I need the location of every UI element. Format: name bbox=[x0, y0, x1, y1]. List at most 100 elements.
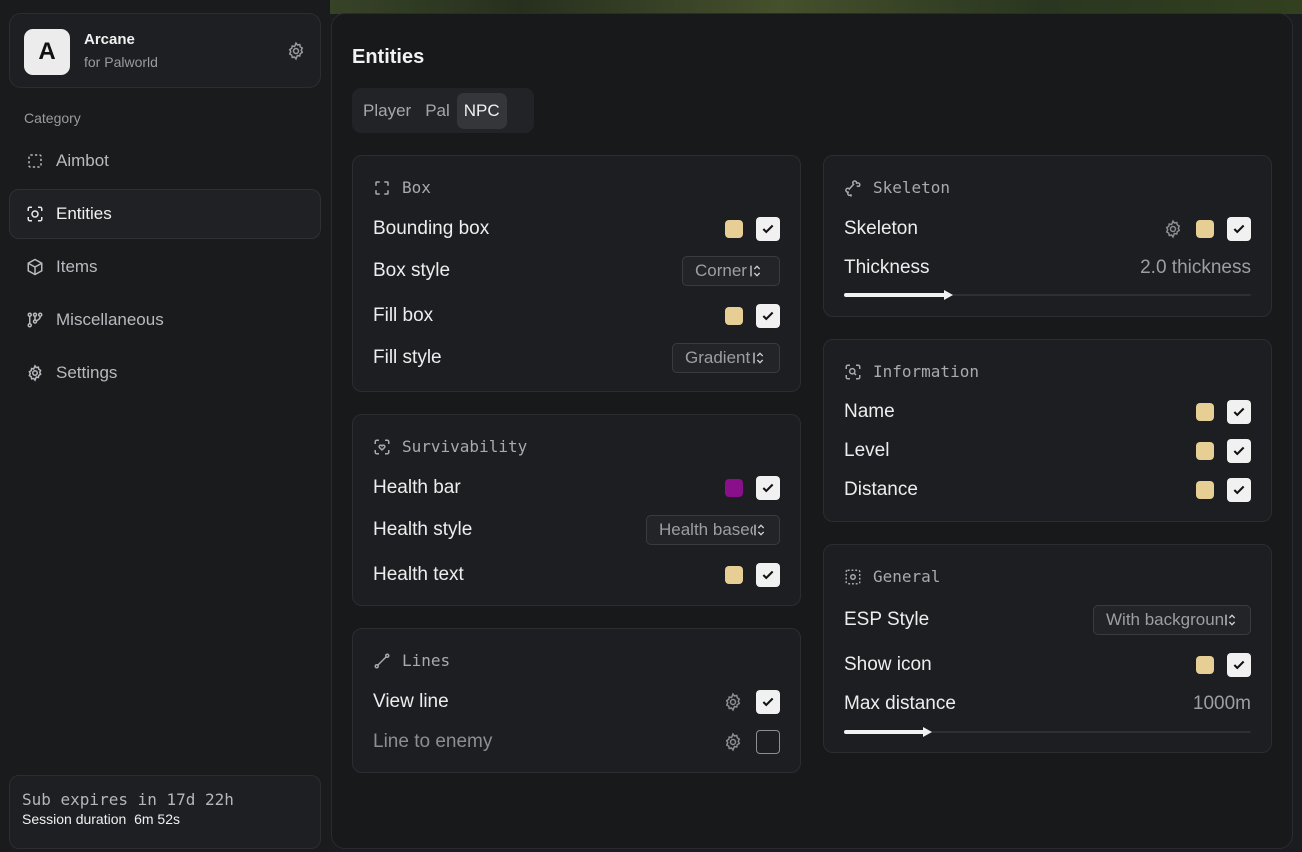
card-header: Skeleton bbox=[844, 178, 950, 197]
sidebar-item-label: Items bbox=[56, 257, 98, 276]
max-distance-slider[interactable] bbox=[844, 727, 1251, 737]
chevron-up-down-icon bbox=[753, 352, 764, 364]
sidebar-item-miscellaneous[interactable]: Miscellaneous bbox=[9, 295, 321, 345]
card-header: Information bbox=[844, 362, 979, 381]
sidebar-item-entities[interactable]: Entities bbox=[9, 189, 321, 239]
chevron-up-down-icon bbox=[1224, 612, 1240, 628]
row-label: Skeleton bbox=[844, 218, 918, 239]
gear-icon[interactable] bbox=[1163, 219, 1183, 239]
row-label: Fill style bbox=[373, 347, 442, 368]
view-line-checkbox[interactable] bbox=[756, 690, 780, 714]
page-title: Entities bbox=[352, 46, 425, 68]
slider-fill bbox=[844, 293, 946, 297]
fill-box-row: Fill box bbox=[373, 301, 780, 331]
information-card: Information Name Level Distance bbox=[823, 339, 1272, 522]
line-to-enemy-checkbox[interactable] bbox=[756, 730, 780, 754]
sidebar-item-items[interactable]: Items bbox=[9, 242, 321, 292]
color-swatch[interactable] bbox=[725, 566, 743, 584]
show-icon-row: Show icon bbox=[844, 650, 1251, 680]
line-to-enemy-row: Line to enemy bbox=[373, 727, 780, 757]
card-header: Lines bbox=[373, 651, 450, 670]
tab-pal[interactable]: Pal bbox=[418, 93, 457, 129]
cube-icon bbox=[27, 258, 43, 276]
card-header: General bbox=[844, 567, 940, 586]
card-title: Information bbox=[873, 362, 979, 381]
row-label: View line bbox=[373, 691, 449, 712]
brand-subtitle: for Palworld bbox=[84, 54, 158, 70]
distance-checkbox[interactable] bbox=[1227, 478, 1251, 502]
bounding-box-checkbox[interactable] bbox=[756, 217, 780, 241]
tab-player[interactable]: Player bbox=[356, 93, 418, 129]
checkmark-icon bbox=[762, 224, 774, 234]
health-bar-checkbox[interactable] bbox=[756, 476, 780, 500]
card-title: Box bbox=[402, 178, 431, 197]
color-swatch[interactable] bbox=[1196, 220, 1214, 238]
slider-thumb[interactable] bbox=[943, 290, 953, 300]
checkmark-icon bbox=[1233, 485, 1245, 495]
skeleton-checkbox[interactable] bbox=[1227, 217, 1251, 241]
color-swatch[interactable] bbox=[1196, 442, 1214, 460]
color-swatch[interactable] bbox=[1196, 656, 1214, 674]
row-label: ESP Style bbox=[844, 609, 930, 630]
select-value: Corner bbox=[695, 261, 747, 280]
gear-icon[interactable] bbox=[286, 41, 306, 61]
fill-box-checkbox[interactable] bbox=[756, 304, 780, 328]
health-style-row: Health style Health based bbox=[373, 515, 780, 545]
row-label: Bounding box bbox=[373, 218, 490, 239]
checkmark-icon bbox=[1233, 660, 1245, 670]
card-title: Lines bbox=[402, 651, 451, 670]
slider-thumb[interactable] bbox=[923, 727, 933, 737]
thickness-value: 2.0 thickness bbox=[1140, 257, 1251, 278]
sidebar-item-aimbot[interactable]: Aimbot bbox=[9, 136, 321, 186]
thickness-slider[interactable] bbox=[844, 290, 1251, 300]
health-text-row: Health text bbox=[373, 560, 780, 590]
color-swatch[interactable] bbox=[1196, 403, 1214, 421]
box-card: Box Bounding box Box style Corner Fill b… bbox=[352, 155, 801, 392]
fill-style-row: Fill style Gradient bbox=[373, 343, 780, 373]
card-title: Survivability bbox=[402, 437, 528, 456]
brand-title: Arcane bbox=[84, 31, 135, 48]
box-style-select[interactable]: Corner bbox=[682, 256, 780, 286]
health-style-select[interactable]: Health based bbox=[646, 515, 780, 545]
sidebar-item-label: Aimbot bbox=[56, 151, 109, 170]
gear-icon[interactable] bbox=[723, 732, 743, 752]
checkmark-icon bbox=[762, 483, 774, 493]
crosshair-dashed-icon bbox=[28, 154, 42, 168]
tab-npc[interactable]: NPC bbox=[456, 92, 507, 129]
distance-row: Distance bbox=[844, 475, 1251, 505]
checkmark-icon bbox=[1233, 224, 1245, 234]
row-label: Box style bbox=[373, 260, 451, 281]
esp-style-select[interactable]: With background bbox=[1093, 605, 1251, 635]
sidebar-nav: Aimbot Entities Items Miscellaneous Sett… bbox=[9, 136, 321, 401]
brand-card: A Arcane for Palworld bbox=[9, 13, 321, 88]
survivability-card: Survivability Health bar Health style He… bbox=[352, 414, 801, 606]
skeleton-row: Skeleton bbox=[844, 214, 1251, 244]
color-swatch[interactable] bbox=[725, 307, 743, 325]
checkmark-icon bbox=[1233, 407, 1245, 417]
row-label: Name bbox=[844, 401, 895, 422]
focus-icon bbox=[845, 569, 861, 584]
name-checkbox[interactable] bbox=[1227, 400, 1251, 424]
general-card: General ESP Style With background Show i… bbox=[823, 544, 1272, 753]
level-checkbox[interactable] bbox=[1227, 439, 1251, 463]
color-swatch[interactable] bbox=[1196, 481, 1214, 499]
color-swatch[interactable] bbox=[725, 220, 743, 238]
sidebar-item-label: Miscellaneous bbox=[56, 310, 164, 329]
thickness-row: Thickness 2.0 thickness bbox=[844, 253, 1251, 283]
sidebar-item-label: Entities bbox=[56, 204, 112, 223]
sidebar: A Arcane for Palworld Category Aimbot En… bbox=[0, 0, 330, 852]
color-swatch[interactable] bbox=[725, 479, 743, 497]
skeleton-card: Skeleton Skeleton Thickness 2.0 thicknes… bbox=[823, 155, 1272, 317]
checkmark-icon bbox=[762, 697, 774, 707]
max-distance-row: Max distance 1000m bbox=[844, 689, 1251, 719]
sidebar-item-settings[interactable]: Settings bbox=[9, 348, 321, 398]
checkmark-icon bbox=[1233, 446, 1245, 456]
show-icon-checkbox[interactable] bbox=[1227, 653, 1251, 677]
level-row: Level bbox=[844, 436, 1251, 466]
health-text-checkbox[interactable] bbox=[756, 563, 780, 587]
session-value: 6m 52s bbox=[134, 811, 180, 827]
fill-style-select[interactable]: Gradient bbox=[672, 343, 780, 373]
row-label: Health text bbox=[373, 564, 464, 585]
entity-tabs: Player Pal NPC bbox=[352, 88, 534, 133]
gear-icon[interactable] bbox=[723, 692, 743, 712]
